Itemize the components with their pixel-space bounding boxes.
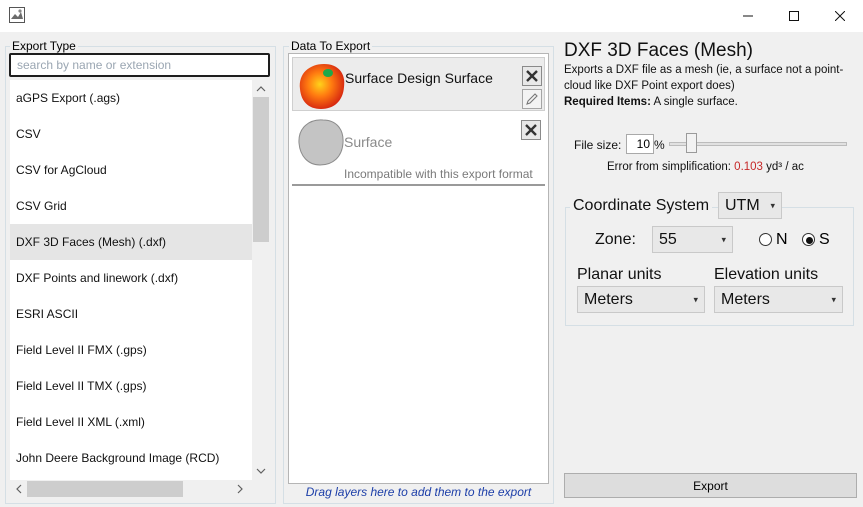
list-item[interactable]: Field Level II XML (.xml)	[10, 404, 252, 440]
error-unit: yd³ / ac	[766, 161, 804, 173]
vertical-scrollbar[interactable]	[252, 80, 270, 480]
required-label: Required Items:	[564, 96, 651, 108]
description-text: Exports a DXF file as a mesh (ie, a surf…	[564, 64, 844, 92]
coordinate-system-dropdown[interactable]: UTM ▾	[718, 192, 782, 219]
close-icon	[835, 11, 845, 21]
maximize-icon	[789, 11, 799, 21]
surface-thumbnail-icon	[299, 64, 345, 109]
horizontal-scrollbar[interactable]	[10, 480, 270, 498]
format-description: Exports a DXF file as a mesh (ie, a surf…	[564, 62, 854, 110]
planar-units-dropdown[interactable]: Meters ▾	[577, 286, 705, 313]
incompatible-note: Incompatible with this export format	[344, 167, 533, 181]
coordinate-system-label: Coordinate System	[570, 197, 713, 215]
remove-layer-button[interactable]	[522, 66, 542, 86]
planar-units-value: Meters	[584, 290, 633, 308]
scroll-up-icon[interactable]	[256, 86, 266, 92]
layer-card[interactable]: Surface Design Surface	[292, 57, 545, 111]
error-label: Error from simplification:	[607, 161, 731, 173]
radio-selected-dot	[806, 237, 813, 244]
list-item[interactable]: CSV	[10, 116, 252, 152]
coordinate-system-value: UTM	[725, 196, 760, 214]
close-icon	[525, 124, 537, 136]
elevation-units-dropdown[interactable]: Meters ▾	[714, 286, 843, 313]
list-item[interactable]: Field Level II TMX (.gps)	[10, 368, 252, 404]
list-item[interactable]: CSV Grid	[10, 188, 252, 224]
app-icon	[9, 7, 25, 23]
zone-dropdown[interactable]: 55 ▾	[652, 226, 733, 253]
chevron-down-icon: ▾	[831, 294, 836, 304]
scroll-thumb[interactable]	[253, 97, 269, 242]
scroll-left-icon[interactable]	[16, 484, 22, 494]
list-item[interactable]: DXF Points and linework (.dxf)	[10, 260, 252, 296]
chevron-down-icon: ▾	[721, 234, 726, 244]
list-item[interactable]: CSV for AgCloud	[10, 152, 252, 188]
list-item[interactable]: Field Level II FMX (.gps)	[10, 332, 252, 368]
hemisphere-s-radio[interactable]	[802, 233, 815, 246]
error-line: Error from simplification: 0.103 yd³ / a…	[607, 161, 804, 173]
scroll-thumb[interactable]	[27, 481, 183, 497]
remove-layer-button[interactable]	[521, 120, 541, 140]
edit-layer-button[interactable]	[522, 89, 542, 109]
file-size-slider-thumb[interactable]	[685, 133, 697, 153]
layer-card[interactable]: Surface Incompatible with this export fo…	[292, 116, 545, 186]
export-type-list[interactable]: aGPS Export (.ags) CSV CSV for AgCloud C…	[10, 80, 252, 480]
surface-thumbnail-icon	[298, 119, 344, 166]
drag-hint: Drag layers here to add them to the expo…	[305, 485, 532, 499]
file-size-input[interactable]: 10	[626, 134, 654, 154]
elevation-units-label: Elevation units	[714, 266, 819, 283]
search-input[interactable]: search by name or extension	[9, 53, 270, 77]
required-value: A single surface.	[653, 96, 738, 108]
error-value: 0.103	[734, 161, 763, 173]
layer-name: Surface	[344, 134, 393, 150]
layer-name: Surface Design Surface	[345, 70, 493, 86]
file-size-unit: %	[654, 138, 665, 152]
chevron-down-icon: ▾	[693, 294, 698, 304]
list-item[interactable]: John Deere Background Image (RCD)	[10, 440, 252, 476]
zone-value: 55	[659, 230, 677, 248]
format-title: DXF 3D Faces (Mesh)	[564, 40, 753, 61]
elevation-units-value: Meters	[721, 290, 770, 308]
export-type-label: Export Type	[10, 39, 78, 53]
layer-drop-area[interactable]: Surface Design Surface Surface Incompati…	[288, 53, 549, 484]
minimize-button[interactable]	[725, 0, 771, 32]
scroll-right-icon[interactable]	[237, 484, 243, 494]
scroll-down-icon[interactable]	[256, 468, 266, 474]
list-item[interactable]: aGPS Export (.ags)	[10, 80, 252, 116]
list-item[interactable]: ESRI ASCII	[10, 296, 252, 332]
export-button[interactable]: Export	[564, 473, 857, 498]
close-button[interactable]	[817, 0, 863, 32]
hemisphere-n-radio[interactable]	[759, 233, 772, 246]
planar-units-label: Planar units	[577, 266, 662, 283]
close-icon	[526, 70, 538, 82]
hemisphere-n-label: N	[776, 231, 788, 248]
data-to-export-label: Data To Export	[289, 39, 373, 53]
list-item-selected[interactable]: DXF 3D Faces (Mesh) (.dxf)	[10, 224, 252, 260]
chevron-down-icon: ▾	[770, 200, 775, 210]
file-size-label: File size:	[574, 138, 622, 152]
maximize-button[interactable]	[771, 0, 817, 32]
minimize-icon	[743, 15, 753, 17]
hemisphere-s-label: S	[819, 231, 830, 248]
pencil-icon	[526, 93, 538, 105]
zone-label: Zone:	[595, 231, 636, 248]
